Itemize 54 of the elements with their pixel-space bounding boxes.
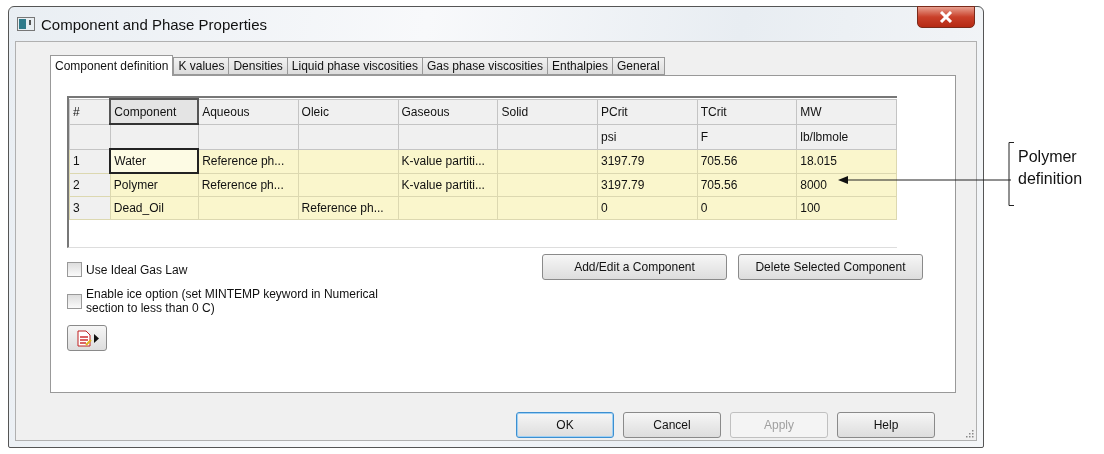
tab[interactable]: Component definition [50, 55, 174, 76]
row-number[interactable]: 3 [69, 196, 111, 220]
column-header[interactable]: Component [110, 99, 199, 124]
column-header[interactable]: Oleic [298, 99, 399, 124]
column-header[interactable]: # [69, 99, 111, 124]
action-button[interactable]: Add/Edit a Component [542, 254, 727, 280]
unit-header: F [697, 124, 797, 149]
column-header[interactable]: Gaseous [398, 99, 498, 124]
dialog-button[interactable]: Cancel [623, 412, 721, 438]
checkbox[interactable] [67, 293, 82, 309]
close-button[interactable] [917, 6, 975, 28]
tab[interactable]: Liquid phase viscosities [286, 57, 423, 75]
annotation-text: Polymer definition [1018, 147, 1084, 189]
checkbox-label: Use Ideal Gas Law [86, 262, 188, 277]
table-cell[interactable]: 705.56 [697, 149, 797, 173]
tab[interactable]: Enthalpies [546, 57, 613, 75]
column-header[interactable]: PCrit [597, 99, 698, 124]
window-title: Component and Phase Properties [41, 15, 267, 33]
bracket [1008, 142, 1015, 206]
table-cell[interactable]: 3197.79 [597, 173, 698, 197]
arrow-right-icon [93, 333, 99, 343]
table-cell[interactable]: 705.56 [697, 173, 797, 197]
close-icon [939, 11, 953, 23]
table-cell[interactable] [497, 149, 598, 173]
tab[interactable]: General [612, 57, 665, 75]
export-menu-button[interactable] [67, 325, 107, 351]
checkbox[interactable] [67, 262, 82, 277]
table-cell[interactable]: 3197.79 [597, 149, 698, 173]
column-header[interactable]: Solid [497, 99, 598, 124]
table-cell[interactable] [298, 173, 399, 197]
table-cell[interactable] [298, 149, 399, 173]
table-cell[interactable]: K-value partiti... [398, 149, 498, 173]
unit-header: lb/lbmole [796, 124, 897, 149]
table-cell[interactable]: Reference ph... [198, 149, 299, 173]
checkbox-label: Enable ice option (set MINTEMP keyword in Numerical section to less than 0 C) [86, 287, 379, 315]
table-cell[interactable]: Reference ph... [198, 173, 299, 197]
column-header[interactable]: TCrit [697, 99, 797, 124]
table-cell[interactable] [497, 173, 598, 197]
document-icon [75, 329, 92, 347]
table-cell[interactable]: K-value partiti... [398, 173, 498, 197]
column-header[interactable]: Aqueous [198, 99, 299, 124]
dialog-button[interactable]: Help [837, 412, 935, 438]
app-icon [17, 17, 35, 31]
tab[interactable]: K values [173, 57, 230, 75]
row-number[interactable]: 2 [69, 173, 111, 197]
column-header[interactable]: MW [796, 99, 897, 124]
unit-header: psi [597, 124, 698, 149]
action-button[interactable]: Delete Selected Component [738, 254, 923, 280]
tab[interactable]: Gas phase viscosities [421, 57, 548, 75]
table-cell[interactable]: Water [110, 149, 199, 173]
resize-grip-icon [964, 428, 974, 438]
dialog-button[interactable]: OK [516, 412, 614, 438]
table-cell[interactable]: 18.015 [796, 149, 897, 173]
tab[interactable]: Densities [228, 57, 288, 75]
